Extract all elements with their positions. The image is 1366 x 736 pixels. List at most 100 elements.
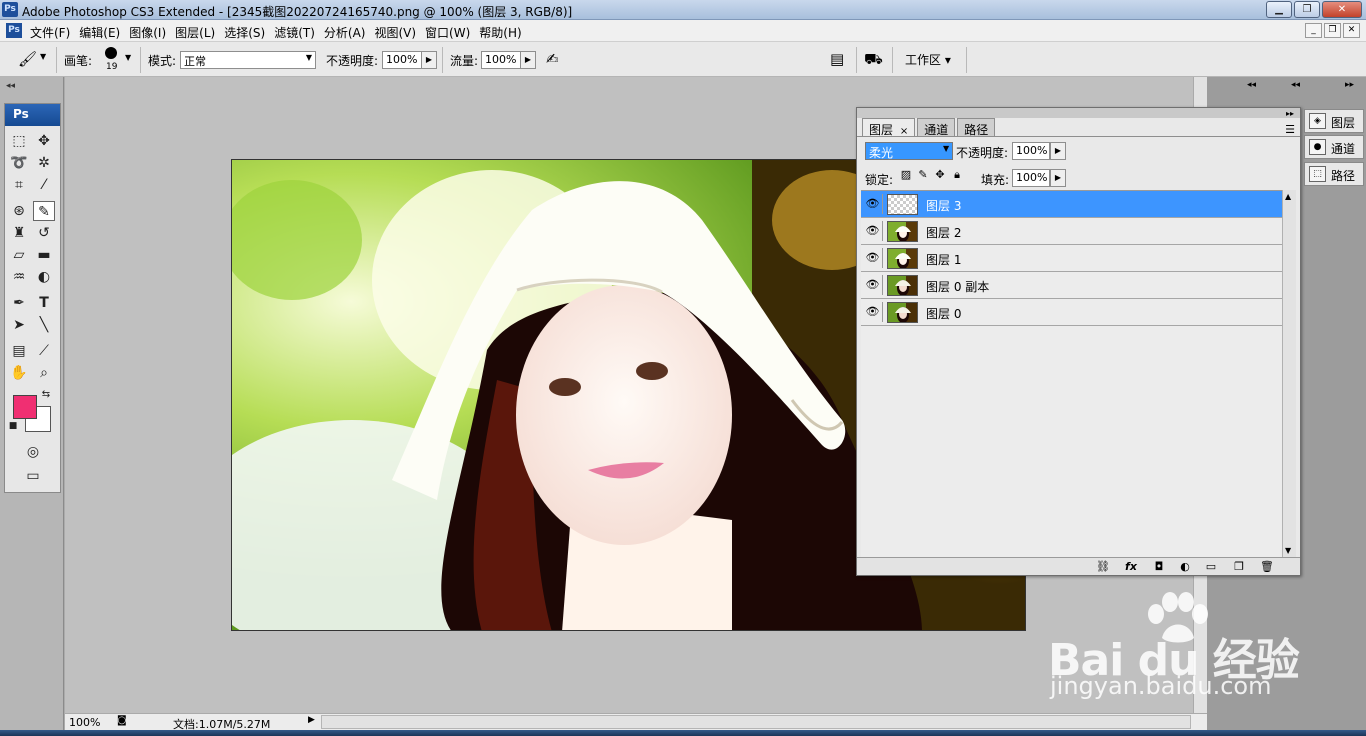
opacity-slider-button[interactable]: ▶ bbox=[421, 51, 437, 69]
scroll-up-icon[interactable]: ▲ bbox=[1285, 192, 1291, 201]
lasso-tool-icon[interactable]: ➰ bbox=[8, 153, 30, 173]
adjustment-layer-icon[interactable]: ◐ bbox=[1177, 560, 1193, 574]
minimize-button[interactable]: ▁ bbox=[1266, 1, 1292, 18]
visibility-eye-icon[interactable]: 👁︎ bbox=[863, 248, 883, 268]
chevron-down-icon[interactable]: ▼ bbox=[40, 52, 46, 61]
menu-image[interactable]: 图像(I) bbox=[127, 24, 173, 41]
visibility-eye-icon[interactable]: 👁︎ bbox=[863, 194, 883, 214]
dock-tab-paths[interactable]: ⬚ 路径 bbox=[1304, 162, 1364, 186]
magic-wand-tool-icon[interactable]: ✲ bbox=[33, 153, 55, 173]
bridge-icon[interactable]: ⛟ bbox=[864, 50, 883, 70]
menu-edit[interactable]: 编辑(E) bbox=[77, 24, 127, 41]
brush-picker-chevron-icon[interactable]: ▼ bbox=[125, 53, 131, 62]
workspace-menu[interactable]: 工作区 ▾ bbox=[905, 51, 951, 68]
eraser-tool-icon[interactable]: ▱ bbox=[8, 245, 30, 265]
layer-row[interactable]: 👁︎ 图层 0 副本 bbox=[861, 272, 1282, 299]
hand-tool-icon[interactable]: ✋ bbox=[8, 363, 30, 383]
line-tool-icon[interactable]: ╲ bbox=[33, 315, 55, 335]
expand-arrows-icon[interactable]: ▸▸ bbox=[1345, 80, 1354, 90]
layers-scrollbar[interactable]: ▲ ▼ bbox=[1282, 190, 1296, 557]
healing-brush-tool-icon[interactable]: ⊛ bbox=[8, 201, 30, 221]
menu-select[interactable]: 选择(S) bbox=[222, 24, 272, 41]
blend-mode-select[interactable]: 柔光 bbox=[865, 142, 953, 160]
layer-row[interactable]: 👁︎ 图层 2 bbox=[861, 218, 1282, 245]
opacity-input[interactable]: 100% bbox=[382, 51, 422, 69]
screen-mode-icon[interactable]: ▭ bbox=[22, 466, 44, 486]
status-arrow-icon[interactable]: ▶ bbox=[308, 715, 315, 725]
menu-view[interactable]: 视图(V) bbox=[372, 24, 423, 41]
swap-colors-icon[interactable]: ⇆ bbox=[39, 388, 53, 402]
scroll-down-icon[interactable]: ▼ bbox=[1285, 546, 1291, 555]
maximize-button[interactable]: ❐ bbox=[1294, 1, 1320, 18]
delete-layer-icon[interactable]: 🗑︎ bbox=[1259, 560, 1275, 574]
dodge-tool-icon[interactable]: ◐ bbox=[33, 267, 55, 287]
close-button[interactable]: ✕ bbox=[1322, 1, 1362, 18]
fill-slider-button[interactable]: ▶ bbox=[1050, 169, 1066, 187]
collapse-arrows-icon[interactable]: ◂◂ bbox=[1291, 80, 1300, 90]
eyedropper-tool-icon[interactable]: ⟋ bbox=[33, 341, 55, 361]
slice-tool-icon[interactable]: ⁄ bbox=[33, 175, 55, 195]
add-mask-icon[interactable]: ◘ bbox=[1151, 560, 1167, 574]
lock-all-icon[interactable]: 🔒︎ bbox=[950, 168, 964, 182]
default-colors-icon[interactable]: ■ bbox=[7, 420, 19, 432]
expand-arrows-icon[interactable]: ▸▸ bbox=[1286, 109, 1294, 118]
flow-slider-button[interactable]: ▶ bbox=[520, 51, 536, 69]
menu-file[interactable]: 文件(F) bbox=[28, 24, 77, 41]
layer-row[interactable]: 👁︎ 图层 0 bbox=[861, 299, 1282, 326]
menu-layer[interactable]: 图层(L) bbox=[173, 24, 222, 41]
doc-close-button[interactable]: ✕ bbox=[1343, 23, 1360, 38]
doc-minimize-button[interactable]: _ bbox=[1305, 23, 1322, 38]
crop-tool-icon[interactable]: ⌗ bbox=[8, 175, 30, 195]
mode-select[interactable]: 正常 ▼ bbox=[180, 51, 316, 69]
collapse-arrows-icon[interactable]: ◂◂ bbox=[1247, 80, 1256, 90]
layer-opacity-input[interactable]: 100% bbox=[1012, 142, 1050, 160]
panel-menu-icon[interactable]: ☰ bbox=[1285, 123, 1295, 136]
collapse-arrows-icon[interactable]: ◂◂ bbox=[6, 81, 15, 91]
lock-position-icon[interactable]: ✥ bbox=[933, 168, 947, 182]
brush-tool-icon[interactable]: ✎ bbox=[33, 201, 55, 221]
tab-paths[interactable]: 路径 bbox=[957, 118, 996, 137]
menu-window[interactable]: 窗口(W) bbox=[423, 24, 477, 41]
panel-drag-bar[interactable] bbox=[857, 108, 1300, 118]
fill-input[interactable]: 100% bbox=[1012, 169, 1050, 187]
brush-tool-preset-icon[interactable]: 🖌 bbox=[18, 50, 37, 68]
quick-mask-icon[interactable]: ◎ bbox=[22, 442, 44, 462]
lock-transparent-pixels-icon[interactable]: ▨ bbox=[899, 168, 913, 182]
tab-layers[interactable]: 图层 × bbox=[862, 118, 916, 137]
menu-analysis[interactable]: 分析(A) bbox=[322, 24, 373, 41]
menu-help[interactable]: 帮助(H) bbox=[477, 24, 528, 41]
link-layers-icon[interactable]: ⛓ bbox=[1095, 560, 1111, 574]
tab-channels[interactable]: 通道 bbox=[917, 118, 956, 137]
gradient-tool-icon[interactable]: ▬ bbox=[33, 245, 55, 265]
dock-tab-channels[interactable]: ● 通道 bbox=[1304, 135, 1364, 159]
layer-row[interactable]: 👁︎ 图层 1 bbox=[861, 245, 1282, 272]
lock-image-pixels-icon[interactable]: ✎ bbox=[916, 168, 930, 182]
airbrush-icon[interactable]: ✍ bbox=[546, 50, 559, 68]
chevron-down-icon[interactable]: ▼ bbox=[943, 144, 949, 153]
move-tool-icon[interactable]: ✥ bbox=[33, 131, 55, 151]
foreground-color-swatch[interactable] bbox=[13, 395, 37, 419]
notes-tool-icon[interactable]: ▤ bbox=[8, 341, 30, 361]
flow-input[interactable]: 100% bbox=[481, 51, 521, 69]
brush-picker[interactable] bbox=[104, 46, 118, 63]
clone-stamp-tool-icon[interactable]: ♜ bbox=[8, 223, 30, 243]
blur-tool-icon[interactable]: ♒ bbox=[8, 267, 30, 287]
type-tool-icon[interactable]: T bbox=[33, 293, 55, 313]
horizontal-scrollbar[interactable] bbox=[321, 715, 1191, 729]
zoom-tool-icon[interactable]: ⌕ bbox=[33, 363, 55, 383]
palette-well-icon[interactable]: ▤ bbox=[830, 50, 844, 68]
layer-style-fx-icon[interactable]: fx bbox=[1123, 560, 1139, 574]
pen-tool-icon[interactable]: ✒ bbox=[8, 293, 30, 313]
new-layer-icon[interactable]: ❐ bbox=[1231, 560, 1247, 574]
path-selection-tool-icon[interactable]: ➤ bbox=[8, 315, 30, 335]
new-group-icon[interactable]: ▭ bbox=[1203, 560, 1219, 574]
visibility-eye-icon[interactable]: 👁︎ bbox=[863, 275, 883, 295]
visibility-eye-icon[interactable]: 👁︎ bbox=[863, 302, 883, 322]
history-brush-tool-icon[interactable]: ↺ bbox=[33, 223, 55, 243]
status-menu-icon[interactable]: ◙ bbox=[117, 715, 127, 726]
layer-row[interactable]: 👁︎ 图层 3 bbox=[861, 191, 1282, 218]
layer-opacity-slider-button[interactable]: ▶ bbox=[1050, 142, 1066, 160]
dock-tab-layers[interactable]: ◈ 图层 bbox=[1304, 109, 1364, 133]
zoom-level[interactable]: 100% bbox=[69, 716, 100, 729]
visibility-eye-icon[interactable]: 👁︎ bbox=[863, 221, 883, 241]
